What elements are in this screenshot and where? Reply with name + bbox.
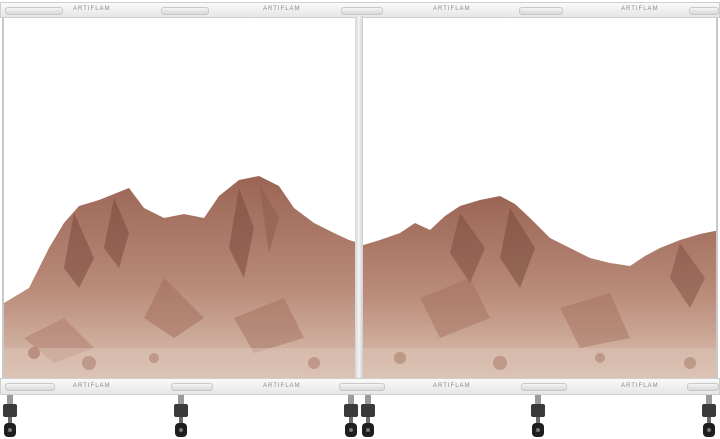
bottom-rail: ARTIFLAM ARTIFLAM ARTIFLAM ARTIFLAM — [0, 378, 720, 395]
rail-clip — [519, 7, 563, 15]
caster-foot — [3, 395, 17, 439]
brand-logo: ARTIFLAM — [263, 383, 301, 389]
rail-clip — [161, 7, 209, 15]
brand-logo: ARTIFLAM — [73, 6, 111, 12]
rail-clip — [341, 7, 383, 15]
brand-logo: ARTIFLAM — [621, 383, 659, 389]
rail-clip — [5, 383, 55, 391]
brand-logo: ARTIFLAM — [433, 6, 471, 12]
brand-logo: ARTIFLAM — [263, 6, 301, 12]
rail-clip — [171, 383, 213, 391]
brand-logo: ARTIFLAM — [73, 383, 111, 389]
backdrop-display: ARTIFLAM ARTIFLAM ARTIFLAM ARTIFLAM ARTI… — [0, 0, 720, 439]
rail-clip — [339, 383, 385, 391]
caster-foot — [702, 395, 716, 439]
brand-logo: ARTIFLAM — [621, 6, 659, 12]
rail-clip — [689, 7, 719, 15]
rail-clip — [5, 7, 63, 15]
mountain-image-left — [4, 176, 358, 378]
rail-clip — [521, 383, 567, 391]
caster-foot — [531, 395, 545, 439]
left-panel — [2, 18, 360, 378]
caster-foot — [174, 395, 188, 439]
right-panel — [358, 18, 718, 378]
caster-foot — [344, 395, 358, 439]
brand-logo: ARTIFLAM — [433, 383, 471, 389]
rail-clip — [687, 383, 719, 391]
caster-foot — [361, 395, 375, 439]
mountain-image-right — [360, 196, 716, 378]
center-post — [355, 16, 363, 382]
